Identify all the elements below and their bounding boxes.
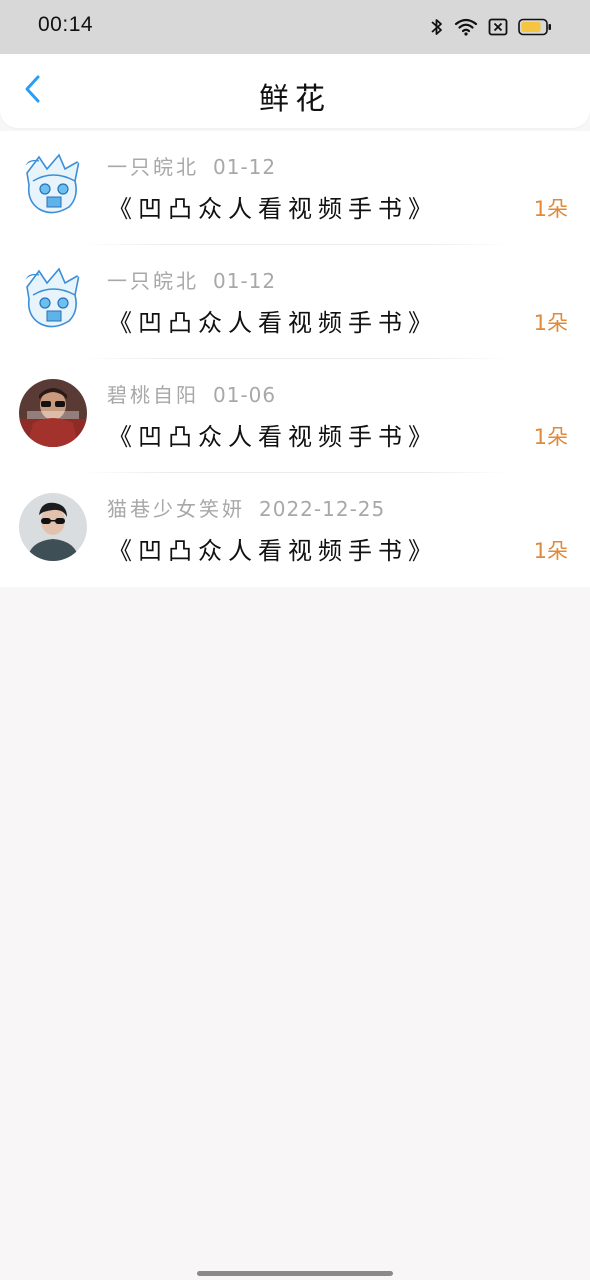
flower-count: 1朵 [533,425,568,449]
item-meta: 一只皖北 01-12 [107,151,276,180]
user-name[interactable]: 一只皖北 [107,269,199,293]
flower-count: 1朵 [533,311,568,335]
flower-count: 1朵 [533,197,568,221]
avatar[interactable] [19,493,87,561]
user-name[interactable]: 一只皖北 [107,155,199,179]
user-name[interactable]: 猫巷少女笑妍 [107,497,245,521]
status-icons [430,16,552,38]
header-bar: 鲜花 [0,54,590,128]
item-meta: 碧桃自阳 01-06 [107,379,276,408]
list-item[interactable]: 碧桃自阳 01-06 《凹凸众人看视频手书》 1朵 [0,359,590,473]
item-date: 2022-12-25 [259,497,386,521]
list-item[interactable]: 一只皖北 01-12 《凹凸众人看视频手书》 1朵 [0,245,590,359]
flower-count: 1朵 [533,539,568,563]
wifi-icon [454,17,478,37]
battery-icon [518,18,552,36]
item-date: 01-12 [213,155,277,179]
item-date: 01-12 [213,269,277,293]
avatar[interactable] [19,151,87,219]
avatar[interactable] [19,265,87,333]
user-name[interactable]: 碧桃自阳 [107,383,199,407]
list-item[interactable]: 猫巷少女笑妍 2022-12-25 《凹凸众人看视频手书》 1朵 [0,473,590,587]
item-title[interactable]: 《凹凸众人看视频手书》 [108,189,438,224]
sim-error-icon [488,18,508,36]
avatar[interactable] [19,379,87,447]
item-meta: 一只皖北 01-12 [107,265,276,294]
item-title[interactable]: 《凹凸众人看视频手书》 [108,531,438,566]
item-date: 01-06 [213,383,277,407]
home-indicator[interactable] [197,1271,393,1276]
item-title[interactable]: 《凹凸众人看视频手书》 [108,303,438,338]
item-meta: 猫巷少女笑妍 2022-12-25 [107,493,385,522]
list-item[interactable]: 一只皖北 01-12 《凹凸众人看视频手书》 1朵 [0,131,590,245]
bluetooth-icon [430,17,444,37]
status-bar: 00:14 [0,0,590,54]
status-time: 00:14 [38,13,94,36]
item-title[interactable]: 《凹凸众人看视频手书》 [108,417,438,452]
flower-list: 一只皖北 01-12 《凹凸众人看视频手书》 1朵 一只皖北 01-12 《凹凸众人… [0,131,590,587]
page-title: 鲜花 [259,82,331,117]
